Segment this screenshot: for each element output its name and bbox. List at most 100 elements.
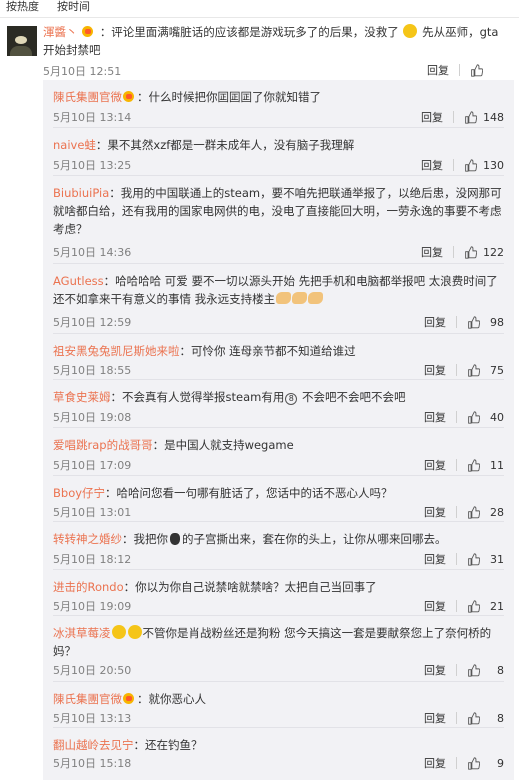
reply-actions: 回复 28 — [424, 504, 504, 520]
reply-text: Bboy仔宁：哈哈问您看一句哪有脏话了，您话中的话不恶心人吗？ — [53, 484, 505, 502]
reply-button[interactable]: 回复 — [424, 362, 446, 378]
thumbs-up-icon — [465, 158, 477, 172]
reply-username[interactable]: 爱唱跳rap的战哥哥 — [53, 438, 153, 452]
reply-button[interactable]: 回复 — [421, 244, 443, 260]
reply-button[interactable]: 回复 — [424, 314, 446, 330]
vip-badge-icon — [82, 26, 95, 37]
thumbs-up-icon — [471, 63, 483, 77]
action-divider — [456, 459, 457, 471]
smiley-emoji-icon — [127, 625, 142, 639]
like-count: 122 — [483, 245, 504, 259]
like-count: 148 — [483, 110, 504, 124]
reply-button[interactable]: 回复 — [424, 710, 446, 726]
reply-username[interactable]: Bboy仔宁 — [53, 486, 105, 500]
reply-button[interactable]: 回复 — [424, 409, 446, 425]
like-button[interactable]: 148 — [464, 111, 504, 124]
like-button[interactable] — [470, 63, 507, 77]
like-count: 21 — [490, 599, 504, 613]
avatar[interactable] — [7, 26, 37, 56]
reply-username[interactable]: naive蛙 — [53, 138, 96, 152]
action-divider — [453, 111, 454, 123]
reply-timestamp: 5月10日 20:50 — [53, 664, 132, 677]
reply-text: 转转神之婚纱：我把你 的子宫撕出来，套在你的头上，让你从哪来回哪去。 — [53, 530, 505, 548]
like-count: 8 — [497, 663, 504, 677]
reply-text: AGutless：哈哈哈哈 可爱 要不一切以源头开始 先把手机和电脑都举报吧 太… — [53, 272, 505, 308]
thumbs-up-icon — [468, 505, 480, 519]
clap-emoji-icon — [276, 292, 292, 304]
reply-button[interactable]: 回复 — [421, 157, 443, 173]
reply-timestamp: 5月10日 19:09 — [53, 600, 132, 613]
like-button[interactable]: 8 — [467, 712, 504, 725]
reply-username[interactable]: 陳氏集團官微 — [53, 692, 122, 706]
reply-username[interactable]: BiubiuiPia — [53, 186, 109, 200]
thumbs-up-icon — [468, 363, 480, 377]
reply-button[interactable]: 回复 — [427, 62, 449, 78]
reply-actions: 回复 8 — [424, 710, 504, 726]
reply-username[interactable]: AGutless — [53, 274, 104, 288]
reply-item: 祖安黑兔兔凯尼斯她来啦：可怜你 连母亲节都不知道给谁过 5月10日 18:55 … — [43, 334, 514, 380]
reply-username[interactable]: 冰淇草莓凌 — [53, 626, 111, 640]
like-button[interactable]: 122 — [464, 246, 504, 259]
smiley-emoji-icon — [111, 625, 126, 639]
reply-content: ：哈哈问您看一句哪有脏话了，您话中的话不恶心人吗？ — [105, 486, 393, 500]
like-button[interactable]: 11 — [467, 459, 504, 472]
reply-timestamp: 5月10日 12:59 — [53, 316, 132, 329]
reply-button[interactable]: 回复 — [424, 551, 446, 567]
reply-content: ：我把你 — [122, 532, 168, 546]
like-button[interactable]: 75 — [467, 364, 504, 377]
reply-username[interactable]: 翻山越岭去见宁 — [53, 738, 134, 752]
reply-item: AGutless：哈哈哈哈 可爱 要不一切以源头开始 先把手机和电脑都举报吧 太… — [43, 264, 514, 334]
comment-timestamp: 5月10日 12:51 — [43, 65, 122, 78]
reply-text: 陳氏集團官微 ：什么时候把你囸囸囸了你就知错了 — [53, 88, 505, 106]
action-divider — [456, 553, 457, 565]
like-button[interactable]: 40 — [467, 411, 504, 424]
sort-by-time-tab[interactable]: 按时间 — [57, 0, 90, 14]
like-count: 40 — [490, 410, 504, 424]
like-button[interactable]: 21 — [467, 600, 504, 613]
reply-username[interactable]: 转转神之婚纱 — [53, 532, 122, 546]
action-divider — [456, 757, 457, 769]
like-button[interactable]: 130 — [464, 159, 504, 172]
like-button[interactable]: 98 — [467, 316, 504, 329]
reply-item: BiubiuiPia：我用的中国联通上的steam，要不咱先把联通举报了，以绝后… — [43, 176, 514, 264]
reply-username[interactable]: 进击的Rondo — [53, 580, 124, 594]
reply-username[interactable]: 祖安黑兔兔凯尼斯她来啦 — [53, 344, 180, 358]
reply-button[interactable]: 回复 — [424, 755, 446, 771]
reply-username[interactable]: 草食史莱姆 — [53, 390, 111, 404]
reply-item: 进击的Rondo：你以为你自己说禁啥就禁啥？太把自己当回事了 5月10日 19:… — [43, 570, 514, 616]
action-divider — [453, 246, 454, 258]
reply-item: 冰淇草莓凌 不管你是肖战粉丝还是狗粉 您今天搞这一套是要献祭您上了奈何桥的妈？ 5… — [43, 616, 514, 682]
clap-emoji-icon — [292, 292, 308, 304]
reply-item: 翻山越岭去见宁：还在钓鱼？ 5月10日 15:18 回复 9 — [43, 728, 514, 780]
thumbs-up-icon — [468, 410, 480, 424]
comment-content-part: ：评论里面满嘴脏话的应该都是游戏玩多了的后果，没救了 — [99, 25, 399, 39]
reply-actions: 回复 8 — [424, 662, 504, 678]
reply-button[interactable]: 回复 — [424, 504, 446, 520]
action-divider — [456, 600, 457, 612]
like-button[interactable]: 8 — [467, 664, 504, 677]
reply-button[interactable]: 回复 — [424, 662, 446, 678]
action-divider — [453, 159, 454, 171]
reply-button[interactable]: 回复 — [424, 598, 446, 614]
sort-by-hot-tab[interactable]: 按热度 — [6, 0, 39, 14]
comment-username[interactable]: 渾醬丶 — [43, 25, 78, 39]
like-button[interactable]: 28 — [467, 506, 504, 519]
action-divider — [456, 506, 457, 518]
reply-text: 爱唱跳rap的战哥哥：是中国人就支持wegame — [53, 436, 505, 454]
reply-button[interactable]: 回复 — [424, 457, 446, 473]
like-count: 9 — [497, 756, 504, 770]
reply-content: ：我用的中国联通上的steam，要不咱先把联通举报了，以绝后患，没网那可就啥都白… — [53, 186, 502, 236]
clap-emoji-icon — [308, 292, 324, 304]
reply-timestamp: 5月10日 13:13 — [53, 712, 132, 725]
reply-content: 的子宫撕出来，套在你的头上，让你从哪来回哪去。 — [182, 532, 447, 546]
reply-button[interactable]: 回复 — [421, 109, 443, 125]
like-button[interactable]: 31 — [467, 553, 504, 566]
reply-actions: 回复 122 — [421, 244, 504, 260]
thumbs-up-icon — [465, 110, 477, 124]
reply-actions: 回复 148 — [421, 109, 504, 125]
action-divider — [456, 664, 457, 676]
reply-username[interactable]: 陳氏集團官微 — [53, 90, 122, 104]
reply-timestamp: 5月10日 13:25 — [53, 159, 132, 172]
like-button[interactable]: 9 — [467, 757, 504, 770]
reply-timestamp: 5月10日 13:01 — [53, 506, 132, 519]
